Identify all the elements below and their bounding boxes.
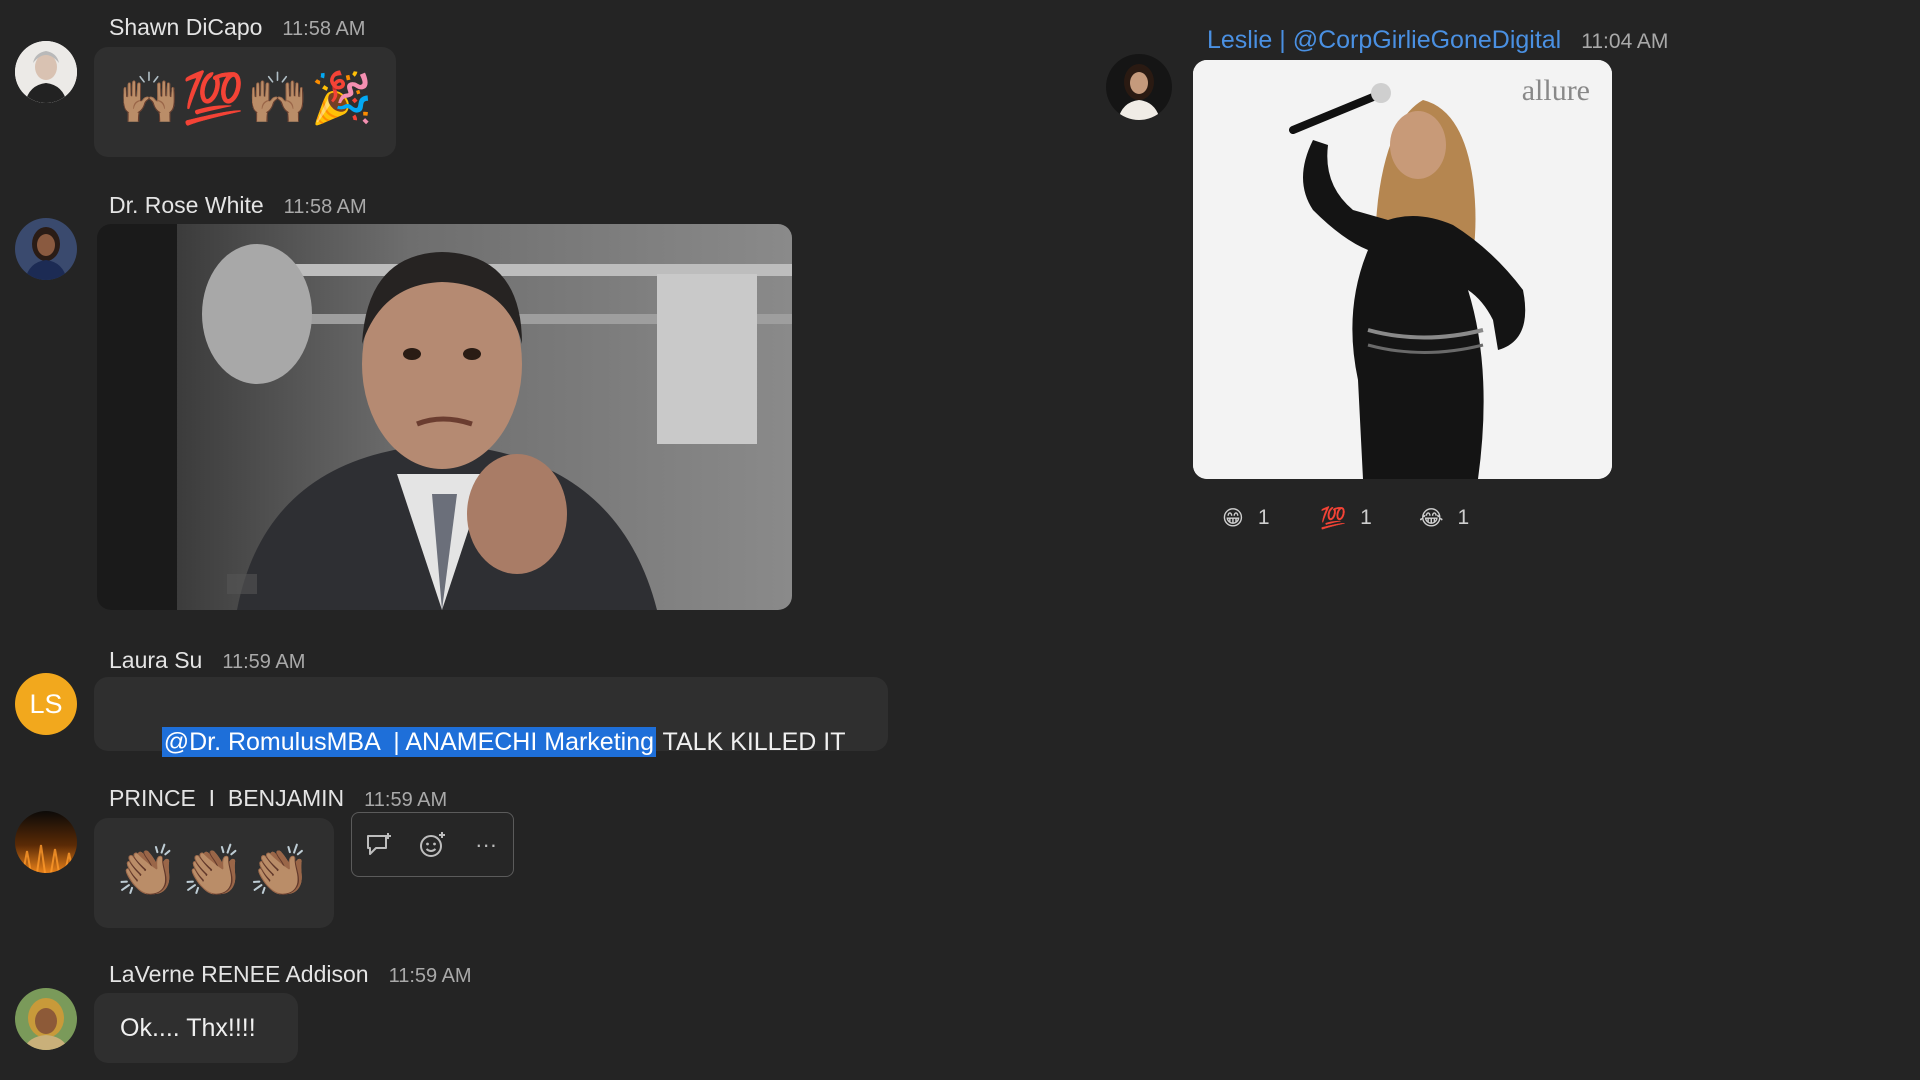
timestamp: 11:59 AM bbox=[364, 789, 448, 811]
message-actions-toolbar: ··· bbox=[351, 812, 514, 877]
sender-name[interactable]: Leslie | @CorpGirlieGoneDigital bbox=[1207, 26, 1561, 54]
message-header: LaVerne RENEE Addison 11:59 AM bbox=[109, 961, 472, 988]
message-bubble[interactable]: 🙌🏽💯🙌🏽🎉 bbox=[94, 47, 396, 157]
avatar[interactable] bbox=[1106, 54, 1172, 120]
message-bubble[interactable]: @Dr. RomulusMBA | ANAMECHI Marketing TAL… bbox=[94, 677, 888, 757]
sender-name[interactable]: PRINCE I BENJAMIN bbox=[109, 785, 344, 811]
message-header: Shawn DiCapo 11:58 AM bbox=[109, 14, 365, 41]
message-body: TALK KILLED IT bbox=[656, 728, 846, 756]
reaction-count: 1 bbox=[1457, 506, 1470, 529]
sender-name[interactable]: Shawn DiCapo bbox=[109, 14, 262, 40]
timestamp: 11:59 AM bbox=[388, 965, 472, 987]
more-label: ··· bbox=[475, 831, 498, 857]
avatar[interactable] bbox=[15, 41, 77, 103]
hundred-points-icon: 💯 bbox=[1320, 505, 1347, 530]
gif-image[interactable]: allure bbox=[1193, 60, 1612, 479]
avatar[interactable]: LS bbox=[15, 673, 77, 735]
avatar-initials: LS bbox=[29, 688, 63, 719]
timestamp: 11:04 AM bbox=[1581, 30, 1669, 53]
gif-image[interactable] bbox=[97, 224, 792, 610]
message-header: PRINCE I BENJAMIN 11:59 AM bbox=[109, 785, 447, 812]
message-header: Leslie | @CorpGirlieGoneDigital 11:04 AM bbox=[1207, 26, 1668, 55]
sender-name[interactable]: LaVerne RENEE Addison bbox=[109, 961, 369, 987]
reply-icon[interactable] bbox=[357, 823, 401, 867]
avatar[interactable] bbox=[15, 988, 77, 1050]
timestamp: 11:59 AM bbox=[222, 651, 306, 673]
mention-link[interactable]: @Dr. RomulusMBA | ANAMECHI Marketing bbox=[161, 727, 657, 757]
sender-name[interactable]: Laura Su bbox=[109, 647, 202, 673]
sender-name[interactable]: Dr. Rose White bbox=[109, 192, 264, 218]
message-header: Dr. Rose White 11:58 AM bbox=[109, 192, 367, 219]
add-reaction-icon[interactable] bbox=[410, 823, 454, 867]
message-text: @Dr. RomulusMBA | ANAMECHI Marketing TAL… bbox=[120, 699, 845, 786]
message-text: Ok.... Thx!!!! bbox=[120, 1014, 256, 1042]
message-header: Laura Su 11:59 AM bbox=[109, 647, 305, 674]
reaction-grin[interactable]: 😁 1 bbox=[1208, 498, 1284, 538]
grin-icon: 😁 bbox=[1222, 506, 1244, 530]
tears-of-joy-icon: 😂 bbox=[1419, 506, 1444, 530]
timestamp: 11:58 AM bbox=[283, 196, 367, 218]
avatar[interactable] bbox=[15, 218, 77, 280]
reaction-100[interactable]: 💯 1 bbox=[1306, 498, 1386, 538]
more-icon[interactable]: ··· bbox=[464, 823, 508, 867]
gif-watermark: allure bbox=[1521, 74, 1590, 107]
reaction-joy[interactable]: 😂 1 bbox=[1405, 498, 1483, 538]
emoji-content: 🙌🏽💯🙌🏽🎉 bbox=[118, 69, 376, 127]
emoji-content: 👏🏽👏🏽👏🏽 bbox=[116, 842, 315, 900]
avatar[interactable] bbox=[15, 811, 77, 873]
reaction-count: 1 bbox=[1257, 506, 1270, 529]
message-bubble[interactable]: 👏🏽👏🏽👏🏽 bbox=[94, 818, 334, 928]
message-bubble[interactable]: Ok.... Thx!!!! bbox=[94, 993, 298, 1063]
timestamp: 11:58 AM bbox=[282, 18, 366, 40]
reaction-count: 1 bbox=[1360, 506, 1372, 529]
